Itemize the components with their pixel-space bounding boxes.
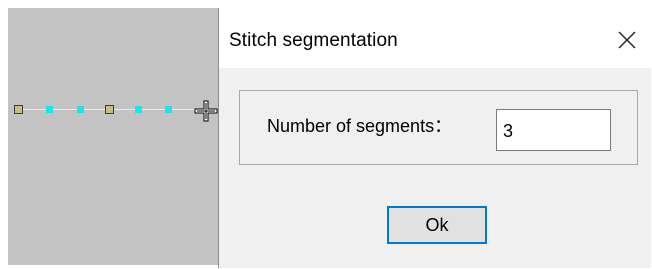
segments-input[interactable] — [496, 109, 611, 151]
embroidery-canvas[interactable] — [8, 8, 218, 265]
stitch-point[interactable] — [77, 106, 84, 113]
stitch-segmentation-dialog: Stitch segmentation Number of segments： … — [218, 8, 651, 268]
stitch-point[interactable] — [165, 106, 172, 113]
stitch-point[interactable] — [46, 106, 53, 113]
dialog-title: Stitch segmentation — [229, 30, 398, 51]
close-icon[interactable] — [615, 28, 639, 52]
ok-button[interactable]: Ok — [387, 206, 487, 244]
stitch-anchor-square[interactable] — [105, 105, 114, 114]
segments-label: Number of segments： — [267, 116, 453, 136]
stitch-anchor-square[interactable] — [14, 105, 23, 114]
stitch-point[interactable] — [135, 106, 142, 113]
dialog-titlebar[interactable]: Stitch segmentation — [219, 8, 651, 68]
crosshair-icon — [194, 100, 218, 122]
